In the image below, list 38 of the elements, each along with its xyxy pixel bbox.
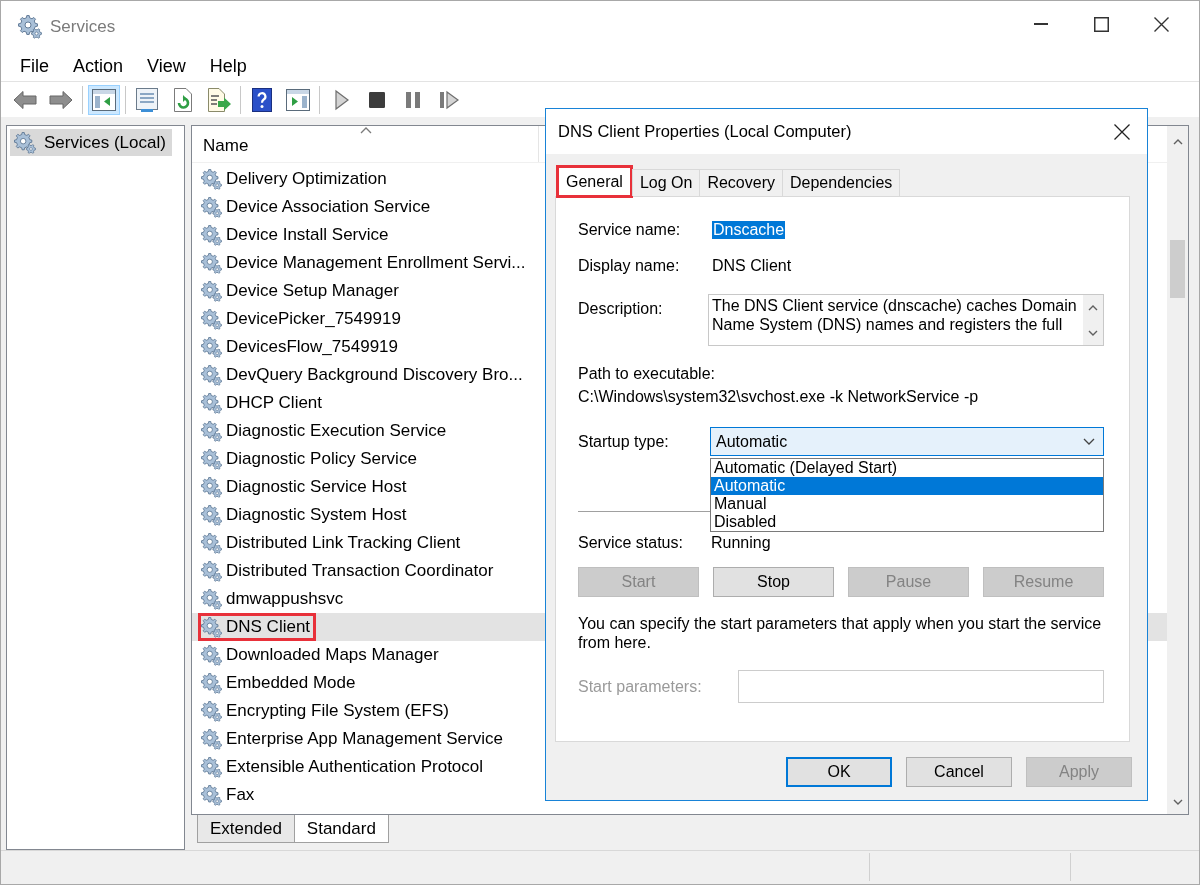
service-name: DHCP Client [226, 393, 323, 413]
service-name: Device Management Enrollment Servi... [226, 253, 526, 273]
field-label: Startup type: [578, 432, 670, 451]
field-value: Dnscache [712, 221, 786, 239]
service-name: Distributed Link Tracking Client [226, 533, 461, 553]
service-name: Enterprise App Management Service [226, 729, 503, 749]
service-name: dmwappushsvc [226, 589, 344, 609]
field-value: Running [711, 534, 771, 552]
field-label: Service name: [578, 221, 682, 239]
field-label: Display name: [578, 257, 681, 275]
field-label: Path to executable: [578, 364, 716, 384]
service-name: Encrypting File System (EFS) [226, 701, 449, 721]
field-value: DNS Client [712, 257, 792, 275]
service-name: Downloaded Maps Manager [226, 645, 439, 665]
field-label: Service status: [578, 534, 684, 552]
service-name: Device Association Service [226, 197, 431, 217]
service-name: DevicePicker_7549919 [226, 309, 401, 329]
service-name: Delivery Optimization [226, 169, 387, 189]
service-name: Diagnostic Policy Service [226, 449, 417, 469]
service-name: Embedded Mode [226, 673, 356, 693]
service-name: Device Setup Manager [226, 281, 399, 301]
field-value: C:\Windows\system32\svchost.exe -k NetworkService -p [578, 387, 980, 407]
service-name: Fax [226, 785, 255, 805]
service-name: Extensible Authentication Protocol [226, 757, 484, 777]
service-name: DevicesFlow_7549919 [226, 337, 398, 357]
service-name: Diagnostic Service Host [226, 477, 407, 497]
field-label: Start parameters: [578, 677, 703, 696]
tree-label: Services (Local) [44, 132, 166, 153]
service-name: DevQuery Background Discovery Bro... [226, 365, 523, 385]
service-name: DNS Client [226, 617, 311, 637]
service-name: Diagnostic Execution Service [226, 421, 447, 441]
window-title: Services [50, 16, 116, 37]
help-text: You can specify the start parameters that apply when you start the service from here. [578, 614, 1103, 652]
field-label: Description: [578, 299, 664, 319]
dialog-title: DNS Client Properties (Local Computer) [558, 122, 852, 141]
service-name: Diagnostic System Host [226, 505, 407, 525]
service-name: Device Install Service [226, 225, 389, 245]
service-name: Distributed Transaction Coordinator [226, 561, 494, 581]
